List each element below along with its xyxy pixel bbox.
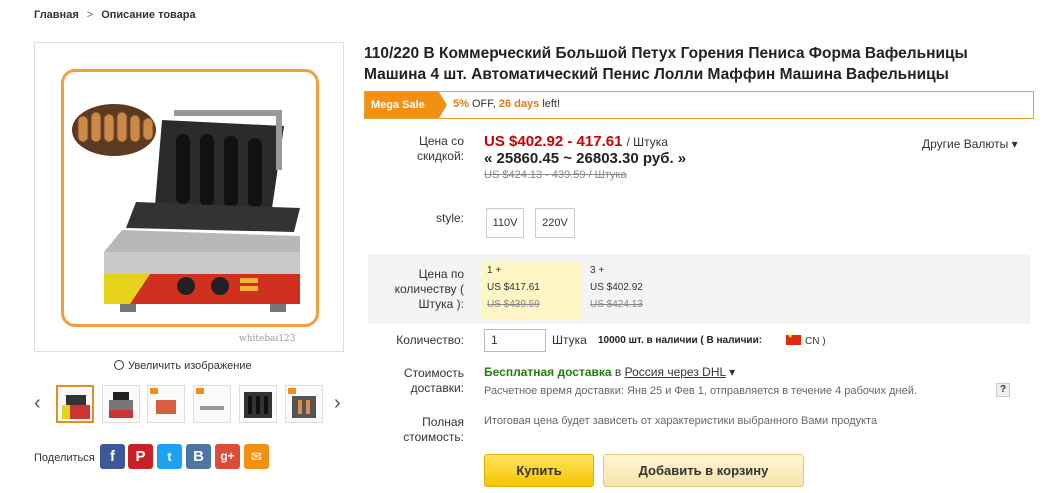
style-option-220v[interactable]: 220V [535, 208, 575, 238]
help-icon[interactable]: ? [996, 383, 1010, 397]
currency-dropdown[interactable]: Другие Валюты ▾ [922, 137, 1018, 151]
product-photo [61, 69, 319, 327]
chevron-left-icon[interactable]: ‹ [34, 393, 41, 413]
currency-dropdown-label: Другие Валюты [922, 137, 1009, 151]
pinterest-icon[interactable]: P [128, 444, 153, 469]
image-watermark: whitebai123 [239, 334, 296, 344]
bulk-tier-2-old: US $424.13 [590, 299, 643, 310]
vkontakte-icon[interactable]: В [186, 444, 211, 469]
mega-sale-tag: Mega Sale [365, 92, 447, 118]
sale-left: left! [542, 98, 561, 110]
thumbnail-1[interactable] [56, 385, 94, 423]
price-current: US $402.92 - 417.61/ Штука [484, 133, 668, 150]
product-title-line-1: 110/220 В Коммерческий Большой Петух Гор… [364, 45, 968, 62]
price-label-line-2: скидкой: [416, 149, 464, 163]
thumbnail-5[interactable] [239, 385, 277, 423]
bulk-tier-1-price: US $417.61 [487, 282, 540, 293]
product-title: 110/220 В Коммерческий Большой Петух Гор… [364, 43, 1024, 85]
thumbnail-3[interactable] [147, 385, 185, 423]
product-title-line-2: Машина 4 шт. Автоматический Пенис Лолли … [364, 66, 949, 83]
style-option-110v[interactable]: 110V [486, 208, 524, 238]
price-label-line-1: Цена со [419, 134, 464, 148]
zoom-label: Увеличить изображение [128, 360, 252, 372]
share-label: Поделиться [34, 452, 95, 464]
price-label: Цена со скидкой: [380, 134, 464, 164]
thumbnail-2[interactable] [102, 385, 140, 423]
shipping-destination-link[interactable]: Россия через DHL [625, 365, 726, 379]
thumbnail-4[interactable] [193, 385, 231, 423]
breadcrumb-current: Описание товара [101, 9, 196, 21]
sale-days: 26 days [498, 98, 540, 110]
stock-info: 10000 шт. в наличии ( В наличии: [598, 335, 763, 346]
total-label: Полная стоимость: [380, 415, 464, 445]
price-old: US $424.13 - 439.59 / Штука [484, 169, 627, 181]
breadcrumb-home-link[interactable]: Главная [34, 9, 79, 21]
bulk-label-line-2: количеству ( [394, 282, 464, 296]
quantity-input[interactable]: 1 [484, 329, 546, 352]
quantity-label: Количество: [396, 333, 464, 347]
caret-down-icon[interactable]: ▾ [729, 365, 735, 379]
sale-text: 5% OFF, 26 days left! [453, 98, 560, 110]
sale-percent: 5% [453, 98, 469, 110]
bulk-tier-2-qty: 3 + [590, 265, 605, 276]
china-flag-icon [786, 332, 801, 345]
shipping-label-line-2: доставки: [410, 381, 464, 395]
bulk-tier-2: 3 + US $402.92 US $424.13 [584, 262, 684, 320]
quantity-unit: Штука [552, 333, 587, 347]
total-label-line-1: Полная [422, 415, 464, 429]
zoom-image-link[interactable]: Увеличить изображение [114, 360, 252, 372]
shipping-to: в [614, 365, 622, 379]
chevron-right-icon[interactable]: › [334, 393, 341, 413]
bulk-label: Цена по количеству ( Штука ): [380, 267, 464, 312]
bulk-label-line-3: Штука ): [418, 297, 464, 311]
total-note: Итоговая цена будет зависеть от характер… [484, 415, 878, 427]
bulk-price-panel: 1 + US $417.61 US $439.59 3 + US $402.92… [368, 254, 1030, 324]
style-label: style: [435, 211, 464, 225]
price-unit: / Штука [626, 135, 668, 149]
thumbnail-6[interactable] [285, 385, 323, 423]
breadcrumb-separator: > [86, 9, 94, 21]
price-rub: « 25860.45 ~ 26803.30 руб. » [484, 150, 687, 167]
magnifier-icon [114, 360, 124, 370]
add-to-cart-button[interactable]: Добавить в корзину [603, 454, 804, 487]
buy-now-button[interactable]: Купить [484, 454, 594, 487]
bulk-tier-1-qty: 1 + [487, 265, 502, 276]
bulk-tier-1-old: US $439.59 [487, 299, 540, 310]
breadcrumb: Главная > Описание товара [34, 9, 196, 21]
google-plus-icon[interactable]: g+ [215, 444, 240, 469]
total-label-line-2: стоимость: [403, 430, 464, 444]
caret-down-icon: ▾ [1011, 137, 1018, 151]
free-shipping-text: Бесплатная доставка [484, 365, 612, 379]
sale-bar: Mega Sale 5% OFF, 26 days left! [364, 91, 1034, 119]
ship-from-country: CN ) [805, 336, 826, 347]
shipping-label: Стоимость доставки: [380, 366, 464, 396]
shipping-method: Бесплатная доставка в Россия через DHL ▾ [484, 365, 735, 379]
twitter-icon[interactable]: t [157, 444, 182, 469]
facebook-icon[interactable]: f [100, 444, 125, 469]
thumbnail-strip: ‹ › [34, 385, 354, 425]
bulk-tier-2-price: US $402.92 [590, 282, 643, 293]
delivery-estimate: Расчетное время доставки: Янв 25 и Фев 1… [484, 385, 917, 397]
shipping-label-line-1: Стоимость [403, 366, 464, 380]
bulk-tier-1: 1 + US $417.61 US $439.59 [481, 262, 581, 320]
product-main-image[interactable]: whitebai123 [34, 42, 344, 352]
bulk-label-line-1: Цена по [418, 267, 464, 281]
price-current-value: US $402.92 - 417.61 [484, 133, 623, 150]
email-icon[interactable]: ✉ [244, 444, 269, 469]
sale-off: OFF, [471, 98, 496, 110]
